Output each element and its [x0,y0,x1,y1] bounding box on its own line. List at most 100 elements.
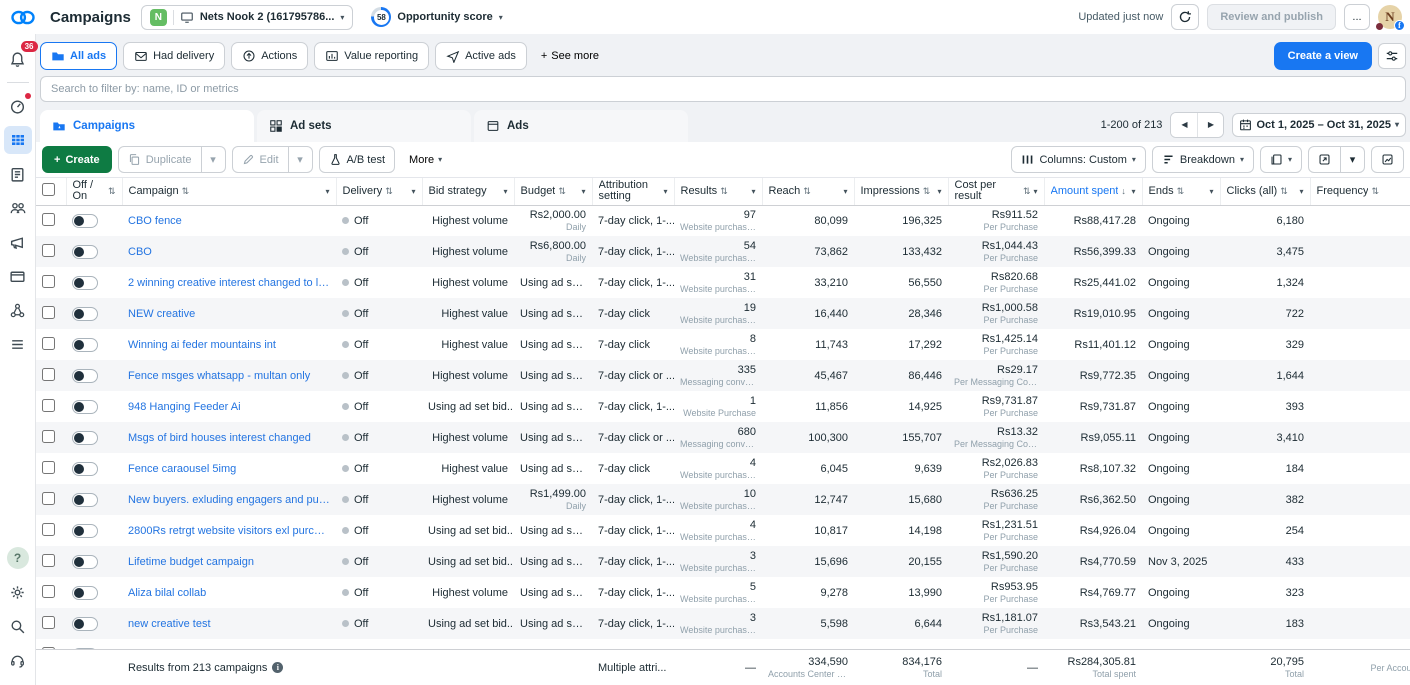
column-header-cpr[interactable]: Cost per result⇅▾ [948,178,1044,205]
onoff-toggle[interactable] [72,555,98,569]
campaign-link[interactable]: new creative test [128,618,330,630]
audiences-nav-icon[interactable] [4,194,32,222]
row-checkbox[interactable] [42,585,55,598]
meta-logo-icon[interactable] [10,9,36,26]
row-checkbox[interactable] [42,306,55,319]
column-header-name[interactable]: Campaign⇅▾ [122,178,336,205]
ad-account-selector[interactable]: N Nets Nook 2 (161795786... ▾ [141,5,354,30]
onoff-toggle[interactable] [72,214,98,228]
search-nav-icon[interactable] [4,612,32,640]
column-header-results[interactable]: Results⇅▾ [674,178,762,205]
filter-chip-all-ads[interactable]: All ads [40,42,117,70]
campaigns-nav-icon[interactable] [4,126,32,154]
row-checkbox[interactable] [42,399,55,412]
campaign-link[interactable]: CBO [128,246,330,258]
review-and-publish-button[interactable]: Review and publish [1207,4,1336,30]
create-campaign-button[interactable]: + Create [42,146,112,173]
sort-desc-icon[interactable]: ↓ [1121,186,1126,197]
select-all-checkbox[interactable] [42,183,55,196]
reports-nav-icon[interactable] [4,160,32,188]
billing-nav-icon[interactable] [4,262,32,290]
date-range-picker[interactable]: Oct 1, 2025 – Oct 31, 2025 ▾ [1232,113,1406,137]
onoff-toggle[interactable] [72,586,98,600]
sort-icon[interactable]: ⇅ [803,186,811,197]
onoff-toggle[interactable] [72,400,98,414]
filter-chevron-icon[interactable]: ▾ [411,186,415,197]
filter-chip-value-reporting[interactable]: Value reporting [314,42,429,70]
filter-chevron-icon[interactable]: ▾ [937,186,941,197]
onoff-toggle[interactable] [72,431,98,445]
ab-test-button[interactable]: A/B test [319,146,396,173]
onoff-toggle[interactable] [72,493,98,507]
column-header-frequency[interactable]: Frequency⇅▾ [1310,178,1410,205]
row-checkbox[interactable] [42,275,55,288]
campaign-link[interactable]: Lifetime budget campaign [128,556,330,568]
create-a-view-button[interactable]: Create a view [1274,42,1372,70]
campaign-link[interactable]: Fence caraousel 5img [128,463,330,475]
export-caret-button[interactable]: ▾ [1341,146,1365,173]
sort-icon[interactable]: ⇅ [385,186,393,197]
columns-button[interactable]: Columns: Custom ▾ [1011,146,1145,173]
campaign-link[interactable]: Msgs of bird houses interest changed [128,432,330,444]
sort-icon[interactable]: ⇅ [182,186,190,197]
column-header-ends[interactable]: Ends⇅▾ [1142,178,1220,205]
duplicate-caret-button[interactable]: ▾ [202,146,226,173]
duplicate-button[interactable]: Duplicate [118,146,202,173]
avatar[interactable]: N f [1378,5,1402,29]
filter-chip-active-ads[interactable]: Active ads [435,42,527,70]
column-header-attribution[interactable]: Attribution setting▾ [592,178,674,205]
info-icon[interactable]: i [272,662,283,673]
column-header-check[interactable] [36,178,66,205]
filter-chevron-icon[interactable]: ▾ [1033,186,1037,197]
onoff-toggle[interactable] [72,338,98,352]
refresh-button[interactable] [1171,4,1199,30]
row-checkbox[interactable] [42,616,55,629]
campaign-link[interactable]: 948 Hanging Feeder Ai [128,401,330,413]
column-header-impressions[interactable]: Impressions⇅▾ [854,178,948,205]
filter-chevron-icon[interactable]: ▾ [503,186,507,197]
more-options-button[interactable]: ... [1344,4,1370,30]
sort-icon[interactable]: ⇅ [1177,186,1185,197]
tab-campaigns[interactable]: Campaigns [40,110,254,142]
sort-icon[interactable]: ⇅ [720,186,728,197]
filter-chevron-icon[interactable]: ▾ [325,186,329,197]
charts-button[interactable] [1371,146,1404,173]
campaign-link[interactable]: NEW creative [128,308,330,320]
campaign-link[interactable]: 2800Rs retrgt website visitors exl purch… [128,525,330,537]
events-manager-nav-icon[interactable] [4,296,32,324]
onoff-toggle[interactable] [72,462,98,476]
column-header-reach[interactable]: Reach⇅▾ [762,178,854,205]
onoff-toggle[interactable] [72,617,98,631]
filter-chip-had-delivery[interactable]: Had delivery [123,42,225,70]
filter-chevron-icon[interactable]: ▾ [663,186,667,197]
help-icon[interactable]: ? [4,544,32,572]
onoff-toggle[interactable] [72,648,98,650]
row-checkbox[interactable] [42,244,55,257]
row-checkbox[interactable] [42,368,55,381]
sort-icon[interactable]: ⇅ [1371,186,1379,197]
column-header-delivery[interactable]: Delivery⇅▾ [336,178,422,205]
filter-chevron-icon[interactable]: ▾ [581,186,585,197]
campaign-link[interactable]: CBO fence [128,215,330,227]
see-more-button[interactable]: + See more [533,42,607,70]
support-headset-icon[interactable] [4,646,32,674]
row-checkbox[interactable] [42,492,55,505]
filter-chevron-icon[interactable]: ▾ [1131,186,1135,197]
row-checkbox[interactable] [42,523,55,536]
view-settings-button[interactable] [1378,43,1406,69]
account-overview-icon[interactable] [4,92,32,120]
sort-icon[interactable]: ⇅ [1280,186,1288,197]
campaign-link[interactable]: 2 winning creative interest changed to l… [128,277,330,289]
column-header-budget[interactable]: Budget⇅▾ [514,178,592,205]
campaign-link[interactable]: Aliza bilal collab [128,587,330,599]
edit-caret-button[interactable]: ▾ [289,146,313,173]
onoff-toggle[interactable] [72,369,98,383]
filter-chevron-icon[interactable]: ▾ [751,186,755,197]
filter-chevron-icon[interactable]: ▾ [843,186,847,197]
row-checkbox[interactable] [42,213,55,226]
notifications-icon[interactable]: 36 [4,45,32,73]
column-header-clicks[interactable]: Clicks (all)⇅▾ [1220,178,1310,205]
tab-ads[interactable]: Ads [474,110,688,142]
campaign-link[interactable]: Fence msges whatsapp - multan only [128,370,330,382]
more-menu-button[interactable]: More ▾ [401,146,450,174]
